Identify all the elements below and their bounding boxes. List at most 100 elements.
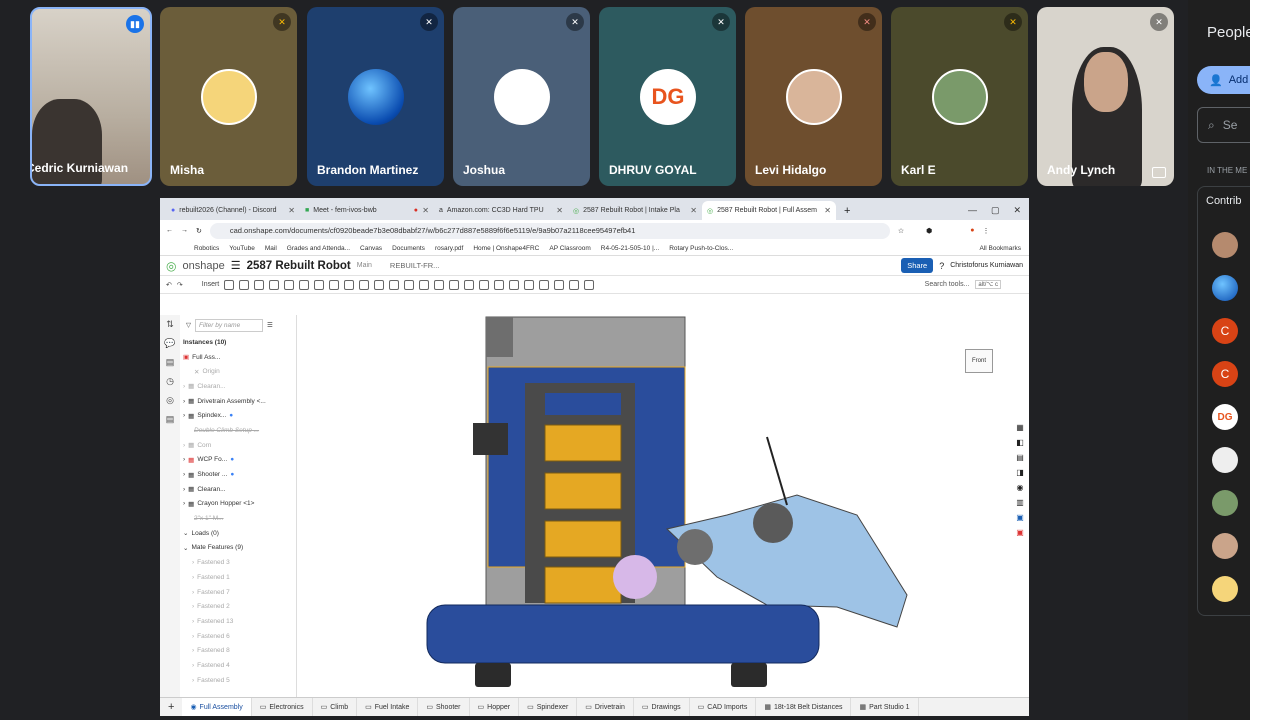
- bookmark-item[interactable]: Grades and Attenda...: [287, 245, 350, 252]
- tree-item[interactable]: › ▦ Clearan...: [180, 379, 296, 394]
- search-tools-input[interactable]: Search tools... alt/⌥ c: [925, 280, 1001, 289]
- search-people-input[interactable]: ⌕ Se: [1197, 107, 1257, 143]
- mate-item[interactable]: › Fastened 7: [180, 585, 296, 600]
- tree-item[interactable]: › ▦ Spindex... ●: [180, 408, 296, 423]
- browser-tab[interactable]: a Amazon.com: CC3D Hard TPU ✕: [434, 201, 568, 220]
- bookmark-item[interactable]: R4-05-21-505-10 |...: [601, 245, 659, 252]
- bom-icon[interactable]: ◎: [166, 395, 174, 406]
- pattern-icon[interactable]: [419, 279, 430, 290]
- section-view-icon[interactable]: [449, 279, 460, 290]
- mate-tool-icon[interactable]: [224, 279, 235, 290]
- tree-item[interactable]: › ▦ Crayon Hopper <1>: [180, 497, 296, 512]
- tree-item[interactable]: 2"x 1" M...: [180, 511, 296, 526]
- new-tab-button[interactable]: +: [836, 205, 858, 220]
- menu-icon[interactable]: ⋮: [983, 227, 990, 235]
- bookmark-item[interactable]: Robotics: [194, 245, 219, 252]
- doc-tab[interactable]: ▭ Drivetrain: [577, 697, 634, 716]
- doc-tab[interactable]: ▭ Spindexer: [519, 697, 578, 716]
- bookmark-item[interactable]: Canvas: [360, 245, 382, 252]
- browser-tab[interactable]: ◎ 2587 Rebuilt Robot | Intake Pla ✕: [568, 201, 702, 220]
- bookmark-item[interactable]: Documents: [392, 245, 425, 252]
- display-states-icon[interactable]: [584, 279, 595, 290]
- doc-tab[interactable]: ▭ CAD Imports: [690, 697, 757, 716]
- folder-label[interactable]: REBUILT-FR...: [390, 261, 439, 270]
- named-position-icon[interactable]: [539, 279, 550, 290]
- cad-viewport[interactable]: Front ▦ ◧ ▤ ◨ ◉ ▥ ▣ ▣: [297, 315, 1029, 697]
- parts-panel-icon[interactable]: ▦: [1016, 423, 1024, 432]
- properties-icon[interactable]: ▤: [1016, 453, 1024, 462]
- insert-button[interactable]: Insert: [202, 281, 220, 288]
- close-icon[interactable]: ✕: [824, 206, 831, 215]
- rack-relation-icon[interactable]: [479, 279, 490, 290]
- bookmark-item[interactable]: rosary.pdf: [435, 245, 463, 252]
- doc-tab[interactable]: ▭ Electronics: [252, 697, 313, 716]
- screw-relation-icon[interactable]: [494, 279, 505, 290]
- replicate-icon[interactable]: [404, 279, 415, 290]
- explode-icon[interactable]: [524, 279, 535, 290]
- tree-item[interactable]: ▣ Full Ass...: [180, 350, 296, 365]
- add-people-button[interactable]: 👤 Add: [1197, 66, 1257, 94]
- mate-connector-icon[interactable]: [374, 279, 385, 290]
- tree-item[interactable]: › ▦ Clearan...: [180, 482, 296, 497]
- browser-tab[interactable]: ■ Meet - fem-ivos-bwb ● ✕: [300, 201, 434, 220]
- measure-icon[interactable]: [434, 279, 445, 290]
- user-menu[interactable]: Christoforus Kurniawan: [950, 262, 1029, 269]
- doc-tab[interactable]: ▭ Fuel Intake: [357, 697, 419, 716]
- appearance-icon[interactable]: ▤: [166, 357, 175, 368]
- vr-icon[interactable]: ▣: [1016, 528, 1024, 537]
- close-icon[interactable]: ✕: [690, 206, 697, 215]
- participant-tile-karl[interactable]: ✕ Karl E: [891, 7, 1028, 186]
- cylindrical-mate-icon[interactable]: [284, 279, 295, 290]
- mate-features-header[interactable]: ⌄ Mate Features (9): [180, 541, 296, 556]
- help-icon[interactable]: ?: [939, 261, 944, 271]
- participant-tile-andy[interactable]: ✕ Andy Lynch: [1037, 7, 1174, 186]
- appearance-panel-icon[interactable]: ◧: [1016, 438, 1024, 447]
- url-input[interactable]: cad.onshape.com/documents/cf0920beade7b3…: [209, 222, 890, 239]
- mate-item[interactable]: › Fastened 8: [180, 643, 296, 658]
- forward-icon[interactable]: →: [181, 227, 188, 234]
- bookmark-item[interactable]: AP Classroom: [549, 245, 590, 252]
- tree-item[interactable]: › ▦ WCP Fo... ●: [180, 453, 296, 468]
- tree-item[interactable]: › ▦ Corn: [180, 438, 296, 453]
- group-icon[interactable]: [389, 279, 400, 290]
- mate-item[interactable]: › Fastened 13: [180, 614, 296, 629]
- gear-relation-icon[interactable]: [464, 279, 475, 290]
- animate-icon[interactable]: [554, 279, 565, 290]
- robot-model[interactable]: [297, 315, 1029, 697]
- browser-tab[interactable]: ● rebuilt2026 (Channel) - Discord ✕: [166, 201, 300, 220]
- undo-icon[interactable]: ↶: [166, 281, 172, 289]
- bookmark-item[interactable]: All Bookmarks: [979, 245, 1029, 252]
- redo-icon[interactable]: ↷: [177, 281, 183, 289]
- comments-icon[interactable]: 💬: [164, 338, 175, 349]
- parallel-mate-icon[interactable]: [329, 279, 340, 290]
- close-icon[interactable]: ✕: [288, 206, 295, 215]
- list-icon[interactable]: ▤: [166, 414, 175, 425]
- render-icon[interactable]: ◉: [1017, 483, 1024, 492]
- hamburger-icon[interactable]: ☰: [231, 259, 241, 272]
- tree-item[interactable]: › ▦ Drivetrain Assembly <...: [180, 394, 296, 409]
- participant-tile-levi[interactable]: ✕ Levi Hidalgo: [745, 7, 882, 186]
- tree-item[interactable]: › ▦ Shooter ... ●: [180, 467, 296, 482]
- bookmark-item[interactable]: Home | Onshape4FRC: [473, 245, 539, 252]
- mate-features-icon[interactable]: ⇅: [166, 319, 174, 330]
- branch-label[interactable]: Main: [357, 262, 372, 269]
- linear-relation-icon[interactable]: [509, 279, 520, 290]
- tree-item[interactable]: ✕ Origin: [180, 364, 296, 379]
- ball-mate-icon[interactable]: [344, 279, 355, 290]
- loads-header[interactable]: ⌄ Loads (0): [180, 526, 296, 541]
- variables-icon[interactable]: ▥: [1016, 498, 1024, 507]
- doc-tab[interactable]: ▦ 18t-18t Belt Distances: [756, 697, 852, 716]
- mate-item[interactable]: › Fastened 6: [180, 629, 296, 644]
- share-button[interactable]: Share: [901, 258, 934, 273]
- view-cube[interactable]: Front: [965, 349, 993, 373]
- filter-input[interactable]: Filter by name: [195, 318, 263, 332]
- pip-icon[interactable]: [1152, 167, 1166, 178]
- mate-item[interactable]: › Fastened 5: [180, 673, 296, 688]
- doc-tab-active[interactable]: ◉ Full Assembly: [182, 697, 252, 716]
- mate-item[interactable]: › Fastened 2: [180, 599, 296, 614]
- bookmark-item[interactable]: YouTube: [229, 245, 255, 252]
- revolute-mate-icon[interactable]: [254, 279, 265, 290]
- back-icon[interactable]: ←: [166, 227, 173, 234]
- close-icon[interactable]: ✕: [422, 206, 429, 215]
- tangent-mate-icon[interactable]: [359, 279, 370, 290]
